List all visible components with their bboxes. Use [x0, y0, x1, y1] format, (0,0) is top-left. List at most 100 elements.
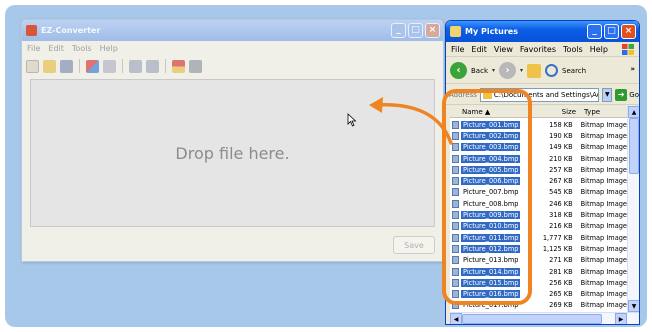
file-name-cell: Picture_017.bmp [450, 301, 543, 310]
file-name-cell: Picture_001.bmp [450, 120, 543, 129]
back-arrow-icon[interactable]: ‹ [450, 62, 467, 79]
file-name-cell: Picture_006.bmp [450, 177, 543, 186]
close-button[interactable]: × [621, 24, 636, 39]
menu-view[interactable]: View [494, 45, 513, 54]
save-button[interactable]: Save [393, 236, 435, 254]
network-icon[interactable] [129, 59, 142, 73]
table-row[interactable]: Picture_011.bmp 1,777 KB Bitmap Image [450, 232, 627, 243]
column-header-name[interactable]: Name ▲ [450, 108, 546, 116]
network-alt-icon[interactable] [146, 59, 159, 73]
back-dropdown-icon[interactable]: ▾ [492, 67, 495, 74]
file-name: Picture_015.bmp [461, 278, 521, 287]
forward-dropdown-icon[interactable]: ▾ [520, 67, 523, 74]
table-row[interactable]: Picture_001.bmp 158 KB Bitmap Image [450, 119, 627, 130]
menu-edit[interactable]: Edit [471, 45, 487, 54]
new-icon[interactable] [26, 59, 39, 73]
menu-file[interactable]: File [27, 44, 40, 53]
table-row[interactable]: Picture_003.bmp 149 KB Bitmap Image [450, 142, 627, 153]
table-row[interactable]: Picture_016.bmp 265 KB Bitmap Image [450, 288, 627, 299]
file-size: 265 KB [549, 290, 573, 299]
back-button-label[interactable]: Back [471, 67, 488, 75]
open-folder-icon[interactable] [43, 59, 56, 73]
search-button-label[interactable]: Search [562, 67, 586, 75]
vertical-scrollbar[interactable]: ▲ ▼ [627, 106, 639, 312]
file-name-cell: Picture_002.bmp [450, 131, 543, 140]
table-row[interactable]: Picture_017.bmp 269 KB Bitmap Image [450, 300, 627, 311]
horizontal-scrollbar[interactable]: ◀ ▶ [450, 312, 639, 324]
table-row[interactable]: Picture_013.bmp 271 KB Bitmap Image [450, 255, 627, 266]
menu-help[interactable]: Help [590, 45, 608, 54]
file-name: Picture_002.bmp [461, 131, 521, 140]
folder-up-icon[interactable] [527, 63, 542, 78]
bitmap-file-icon [452, 131, 459, 140]
table-row[interactable]: Picture_012.bmp 1,125 KB Bitmap Image [450, 243, 627, 254]
bitmap-file-icon [452, 267, 459, 276]
settings-icon[interactable] [189, 59, 202, 73]
forward-arrow-icon[interactable]: › [499, 62, 517, 79]
scroll-right-icon[interactable]: ▶ [615, 313, 627, 324]
table-row[interactable]: Picture_002.bmp 190 KB Bitmap Image [450, 130, 627, 141]
ez-titlebar[interactable]: EZ-Converter _ □ × [22, 20, 443, 41]
address-input[interactable]: C:\Documents and Settings\Ac [479, 87, 600, 102]
desktop: EZ-Converter _ □ × File Edit Tools Help [5, 5, 647, 327]
file-name-cell: Picture_015.bmp [450, 278, 543, 287]
bitmap-file-icon [452, 211, 459, 220]
sort-ascending-icon: ▲ [484, 107, 491, 116]
file-list: Name ▲ Size Type Picture_001.bmp 158 KB Bi… [450, 106, 639, 324]
menu-tools[interactable]: Tools [72, 44, 92, 53]
menu-edit[interactable]: Edit [48, 44, 64, 53]
bitmap-file-icon [452, 233, 459, 242]
table-row[interactable]: Picture_009.bmp 318 KB Bitmap Image [450, 209, 627, 220]
file-size: 257 KB [549, 165, 573, 174]
image-alt-icon[interactable] [103, 59, 116, 73]
minimize-button[interactable]: _ [391, 23, 406, 38]
horizontal-scroll-thumb[interactable] [462, 314, 602, 324]
bitmap-file-icon [452, 143, 459, 152]
image-icon[interactable] [86, 59, 99, 73]
file-name: Picture_004.bmp [461, 154, 521, 163]
table-row[interactable]: Picture_015.bmp 256 KB Bitmap Image [450, 277, 627, 288]
toolbar-overflow-icon[interactable]: » [630, 65, 635, 73]
close-button[interactable]: × [425, 23, 440, 38]
menu-tools[interactable]: Tools [563, 45, 583, 54]
bitmap-file-icon [452, 199, 459, 208]
file-name-cell: Picture_016.bmp [450, 290, 543, 299]
table-row[interactable]: Picture_010.bmp 216 KB Bitmap Image [450, 221, 627, 232]
scroll-left-icon[interactable]: ◀ [450, 313, 462, 324]
menu-help[interactable]: Help [100, 44, 118, 53]
column-header-type[interactable]: Type [580, 108, 627, 116]
address-dropdown-icon[interactable]: ▼ [602, 87, 613, 102]
scroll-down-icon[interactable]: ▼ [628, 300, 639, 312]
file-type: Bitmap Image [580, 267, 627, 276]
file-name-cell: Picture_004.bmp [450, 154, 543, 163]
maximize-button[interactable]: □ [604, 24, 619, 39]
mp-titlebar[interactable]: My Pictures _ □ × [446, 21, 639, 42]
file-size: 1,777 KB [542, 233, 573, 242]
maximize-button[interactable]: □ [408, 23, 423, 38]
file-size: 190 KB [549, 131, 573, 140]
table-row[interactable]: Picture_004.bmp 210 KB Bitmap Image [450, 153, 627, 164]
file-name: Picture_011.bmp [461, 233, 521, 242]
file-name-cell: Picture_014.bmp [450, 267, 543, 276]
column-header-size[interactable]: Size [546, 108, 580, 116]
table-row[interactable]: Picture_007.bmp 545 KB Bitmap Image [450, 187, 627, 198]
search-icon[interactable] [545, 64, 559, 77]
file-name-cell: Picture_008.bmp [450, 199, 543, 208]
minimize-button[interactable]: _ [587, 24, 602, 39]
go-button[interactable]: ➔ Go [615, 88, 639, 101]
menu-favorites[interactable]: Favorites [520, 45, 556, 54]
table-row[interactable]: Picture_014.bmp 281 KB Bitmap Image [450, 266, 627, 277]
scroll-up-icon[interactable]: ▲ [628, 106, 639, 118]
file-size: 267 KB [549, 177, 573, 186]
vertical-scroll-thumb[interactable] [629, 118, 639, 174]
my-pictures-window: My Pictures _ □ × File Edit View Favorit… [445, 20, 640, 325]
convert-icon[interactable] [172, 59, 185, 73]
table-row[interactable]: Picture_005.bmp 257 KB Bitmap Image [450, 164, 627, 175]
save-icon[interactable] [60, 59, 73, 73]
table-row[interactable]: Picture_008.bmp 246 KB Bitmap Image [450, 198, 627, 209]
menu-file[interactable]: File [451, 45, 464, 54]
table-row[interactable]: Picture_006.bmp 267 KB Bitmap Image [450, 175, 627, 186]
file-name: Picture_016.bmp [461, 290, 521, 299]
drop-zone[interactable]: Drop file here. [30, 79, 435, 227]
file-size: 545 KB [549, 188, 573, 197]
